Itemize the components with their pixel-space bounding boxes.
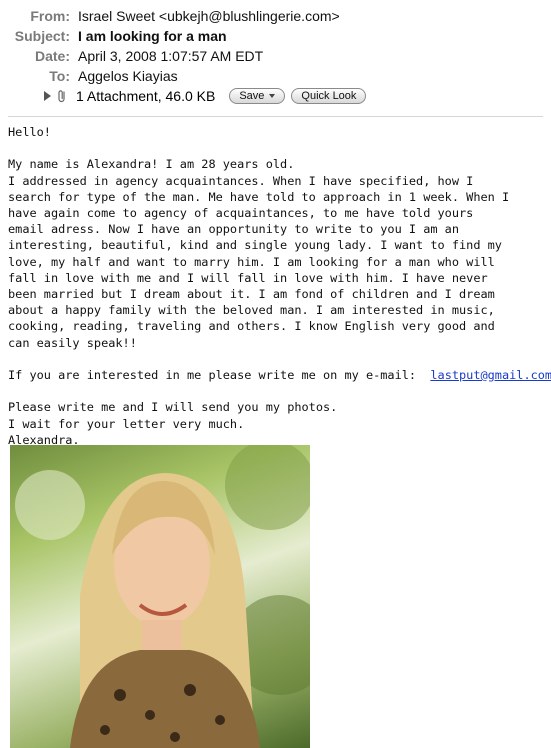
date-row: Date: April 3, 2008 1:07:57 AM EDT <box>0 46 263 66</box>
date-label: Date: <box>34 48 70 64</box>
date-value: April 3, 2008 1:07:57 AM EDT <box>78 48 264 64</box>
to-label: To: <box>49 68 70 84</box>
subject-row: Subject: I am looking for a man <box>0 26 227 46</box>
from-row: From: Israel Sweet <ubkejh@blushlingerie… <box>0 6 340 26</box>
from-value[interactable]: Israel Sweet <ubkejh@blushlingerie.com> <box>78 8 340 24</box>
subject-label: Subject: <box>14 28 70 44</box>
attached-photo[interactable] <box>10 445 310 748</box>
message-body: Hello! My name is Alexandra! I am 28 yea… <box>8 124 551 448</box>
email-link[interactable]: lastput@gmail.com <box>430 368 551 382</box>
body-closing: Please write me and I will send you my p… <box>8 400 338 447</box>
portrait-image <box>15 445 310 748</box>
quick-look-button[interactable]: Quick Look <box>291 88 367 104</box>
attachment-summary: 1 Attachment, 46.0 KB <box>76 88 216 104</box>
disclosure-triangle-icon[interactable] <box>44 91 51 101</box>
body-contact-prefix: If you are interested in me please write… <box>8 368 431 383</box>
from-label: From: <box>30 8 70 24</box>
quick-look-label: Quick Look <box>301 90 357 102</box>
subject-value: I am looking for a man <box>78 28 227 44</box>
save-button-label: Save <box>239 90 265 102</box>
to-row: To: Aggelos Kiayias <box>0 66 178 86</box>
header-divider <box>8 116 543 117</box>
dropdown-arrow-icon <box>269 94 276 98</box>
save-button[interactable]: Save <box>229 88 286 104</box>
attachment-row: 1 Attachment, 46.0 KB Save Quick Look <box>44 86 367 106</box>
paperclip-icon <box>58 90 65 103</box>
body-intro: My name is Alexandra! I am 28 years old.… <box>8 157 510 350</box>
to-value[interactable]: Aggelos Kiayias <box>78 68 178 84</box>
body-greeting: Hello! <box>8 125 51 139</box>
